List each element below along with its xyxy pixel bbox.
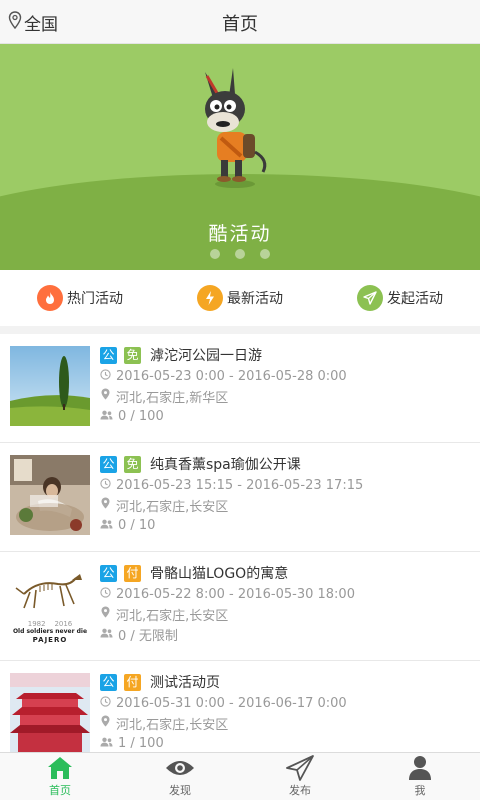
paper-plane-icon [357, 285, 383, 311]
activity-count: 0 / 10 [118, 517, 156, 533]
activity-list-item[interactable]: 1982 2016 Old soldiers never die PAJERO … [0, 552, 480, 661]
activity-list: 公 免 滹沱河公园一日游 2016-05-23 0:00 - 2016-05-2… [0, 334, 480, 752]
activity-thumbnail: 1982 2016 Old soldiers never die PAJERO [10, 564, 90, 644]
activity-count: 1 / 100 [118, 735, 164, 751]
activity-list-item[interactable]: 公 付 测试活动页 2016-05-31 0:00 - 2016-06-17 0… [0, 661, 480, 752]
activity-place: 河北,石家庄,长安区 [116, 608, 229, 624]
banner-carousel[interactable]: 酷活动 [0, 44, 480, 270]
create-activity-button[interactable]: 发起活动 [320, 270, 480, 326]
people-icon [100, 409, 118, 424]
tab-discover-label: 发现 [169, 784, 191, 797]
activity-time: 2016-05-22 8:00 - 2016-05-30 18:00 [116, 586, 355, 602]
clock-icon [100, 368, 116, 384]
latest-activities-label: 最新活动 [227, 291, 283, 307]
activity-title: 纯真香薰spa瑜伽公开课 [150, 457, 301, 473]
location-pin-icon [100, 497, 116, 513]
activity-time: 2016-05-23 15:15 - 2016-05-23 17:15 [116, 477, 364, 493]
hot-activities-button[interactable]: 热门活动 [0, 270, 160, 326]
activity-thumbnail [10, 673, 90, 752]
flame-icon [37, 285, 63, 311]
paid-tag: 付 [124, 564, 141, 582]
top-nav-bar: 全国 首页 [0, 0, 480, 44]
thumbnail-brand: PAJERO [32, 636, 68, 644]
bottom-tab-bar: 首页 发现 发布 我 [0, 752, 480, 800]
public-tag: 公 [100, 673, 117, 691]
activity-thumbnail [10, 346, 90, 426]
activity-thumbnail [10, 455, 90, 535]
clock-icon [100, 477, 116, 493]
thumbnail-motto: Old soldiers never die [12, 628, 88, 635]
activity-place: 河北,石家庄,新华区 [116, 390, 229, 406]
public-tag: 公 [100, 455, 117, 473]
carousel-indicators [0, 249, 480, 259]
free-tag: 免 [124, 346, 141, 364]
user-icon [408, 754, 432, 782]
clock-icon [100, 586, 116, 602]
eye-icon [165, 754, 195, 782]
carousel-dot[interactable] [210, 249, 220, 259]
free-tag: 免 [124, 455, 141, 473]
people-icon [100, 627, 118, 642]
people-icon [100, 736, 118, 751]
tab-discover[interactable]: 发现 [120, 753, 240, 800]
lynx-skeleton-logo [15, 574, 82, 609]
location-pin-icon [100, 606, 116, 622]
carousel-dot[interactable] [235, 249, 245, 259]
thumbnail-years: 1982 2016 [27, 620, 73, 628]
activity-count: 0 / 100 [118, 408, 164, 424]
activity-count: 0 / 无限制 [118, 628, 178, 644]
paper-plane-icon [286, 754, 314, 782]
activity-place: 河北,石家庄,长安区 [116, 499, 229, 515]
tab-home-label: 首页 [49, 784, 71, 797]
public-tag: 公 [100, 564, 117, 582]
clock-icon [100, 695, 116, 711]
activity-place: 河北,石家庄,长安区 [116, 717, 229, 733]
location-selector[interactable]: 全国 [8, 10, 58, 35]
location-label: 全国 [24, 15, 58, 35]
location-pin-icon [100, 388, 116, 404]
paid-tag: 付 [124, 673, 141, 691]
location-pin-icon [8, 11, 24, 34]
page-title: 首页 [222, 14, 258, 35]
quick-actions: 热门活动 最新活动 发起活动 [0, 270, 480, 326]
lightning-icon [197, 285, 223, 311]
hot-activities-label: 热门活动 [67, 291, 123, 307]
activity-time: 2016-05-23 0:00 - 2016-05-28 0:00 [116, 368, 347, 384]
tab-home[interactable]: 首页 [0, 753, 120, 800]
donkey-mascot-image [185, 64, 285, 198]
activity-title: 滹沱河公园一日游 [150, 348, 262, 364]
people-icon [100, 518, 118, 533]
activity-title: 骨骼山猫LOGO的寓意 [150, 566, 289, 582]
public-tag: 公 [100, 346, 117, 364]
tab-publish[interactable]: 发布 [240, 753, 360, 800]
home-icon [47, 754, 73, 782]
location-pin-icon [100, 715, 116, 731]
activity-title: 测试活动页 [150, 675, 220, 691]
carousel-dot[interactable] [260, 249, 270, 259]
tab-me-label: 我 [414, 784, 426, 797]
activity-list-item[interactable]: 公 免 滹沱河公园一日游 2016-05-23 0:00 - 2016-05-2… [0, 334, 480, 443]
create-activity-label: 发起活动 [387, 291, 443, 307]
tab-publish-label: 发布 [289, 784, 311, 797]
latest-activities-button[interactable]: 最新活动 [160, 270, 320, 326]
activity-list-item[interactable]: 公 免 纯真香薰spa瑜伽公开课 2016-05-23 15:15 - 2016… [0, 443, 480, 552]
activity-time: 2016-05-31 0:00 - 2016-06-17 0:00 [116, 695, 347, 711]
tab-me[interactable]: 我 [360, 753, 480, 800]
banner-caption: 酷活动 [208, 223, 272, 245]
